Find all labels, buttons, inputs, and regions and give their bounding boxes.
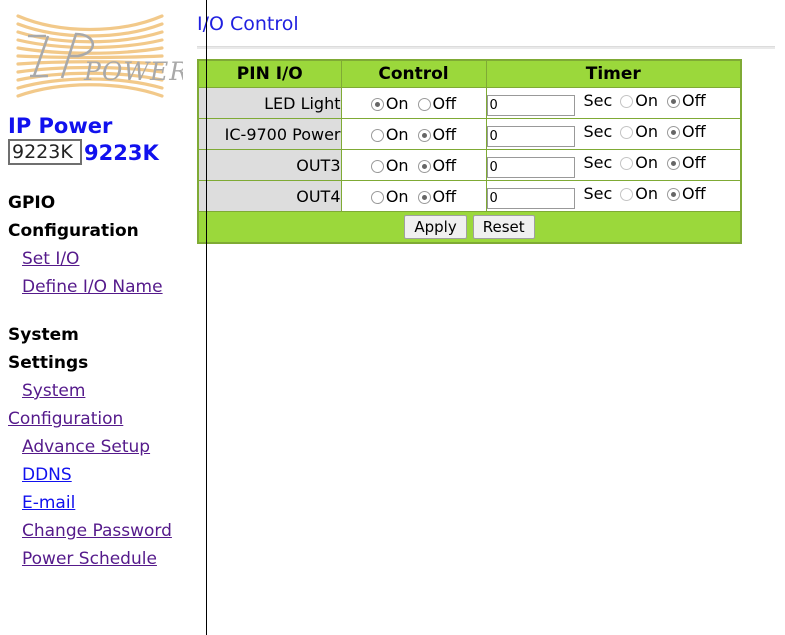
- model-label: 9223K: [84, 141, 159, 165]
- table-row: OUT4 On Off Sec On Off: [197, 180, 742, 212]
- column-header-control: Control: [340, 59, 487, 88]
- control-off-label: Off: [432, 93, 457, 113]
- timer-on-label: On: [635, 121, 659, 141]
- timer-on-radio[interactable]: [620, 125, 634, 139]
- timer-cell: Sec On Off: [485, 87, 742, 119]
- table-actions: Apply Reset: [197, 211, 742, 244]
- apply-button[interactable]: Apply: [404, 215, 467, 239]
- pin-label: OUT3: [197, 149, 342, 181]
- timer-off-label: Off: [682, 152, 706, 172]
- control-on-label: On: [385, 124, 409, 144]
- control-cell: On Off: [340, 87, 487, 119]
- timer-off-radio[interactable]: [667, 125, 681, 139]
- logo-graphic: POWER: [16, 14, 183, 98]
- timer-cell: Sec On Off: [485, 180, 742, 212]
- reset-button[interactable]: Reset: [472, 215, 535, 239]
- timer-seconds-input[interactable]: [486, 187, 575, 209]
- sidebar-link-advance-setup[interactable]: Advance Setup: [8, 433, 183, 461]
- timer-on-radio[interactable]: [620, 94, 634, 108]
- table-header-row: PIN I/O Control Timer: [197, 59, 742, 88]
- control-on-radio[interactable]: [370, 128, 384, 142]
- model-input[interactable]: [8, 139, 82, 165]
- control-off-label: Off: [432, 186, 457, 206]
- timer-cell: Sec On Off: [485, 149, 742, 181]
- control-on-label: On: [385, 155, 409, 175]
- control-off-radio[interactable]: [417, 128, 431, 142]
- timer-on-radio[interactable]: [620, 156, 634, 170]
- timer-seconds-input[interactable]: [486, 94, 575, 116]
- sec-label: Sec: [583, 152, 613, 172]
- timer-off-radio[interactable]: [667, 94, 681, 108]
- io-control-table: PIN I/O Control Timer LED Light On Off Se…: [197, 59, 742, 244]
- sidebar-link-define-io-name[interactable]: Define I/O Name: [8, 273, 183, 301]
- timer-off-label: Off: [682, 183, 706, 203]
- control-cell: On Off: [340, 180, 487, 212]
- sidebar-frame: POWER IP Power 9223K GPIO Configuration …: [0, 0, 183, 635]
- page-root: POWER IP Power 9223K GPIO Configuration …: [0, 0, 785, 635]
- brand-block: IP Power 9223K: [0, 112, 183, 173]
- control-on-radio[interactable]: [370, 159, 384, 173]
- column-header-pin-io: PIN I/O: [197, 59, 342, 88]
- timer-on-label: On: [635, 90, 659, 110]
- pin-label: OUT4: [197, 180, 342, 212]
- table-row: IC-9700 Power On Off Sec On Off: [197, 118, 742, 150]
- timer-on-radio[interactable]: [620, 187, 634, 201]
- pin-label: LED Light: [197, 87, 342, 119]
- table-footer-row: Apply Reset: [197, 211, 742, 244]
- control-off-radio[interactable]: [417, 97, 431, 111]
- timer-off-radio[interactable]: [667, 156, 681, 170]
- sec-label: Sec: [583, 121, 613, 141]
- timer-on-label: On: [635, 152, 659, 172]
- page-title: I/O Control: [197, 13, 299, 35]
- sidebar-link-system-configuration[interactable]: System Configuration: [8, 377, 183, 433]
- control-cell: On Off: [340, 118, 487, 150]
- model-row: 9223K: [8, 139, 183, 173]
- timer-seconds-input[interactable]: [486, 125, 575, 147]
- control-off-radio[interactable]: [417, 190, 431, 204]
- sec-label: Sec: [583, 90, 613, 110]
- control-cell: On Off: [340, 149, 487, 181]
- sidebar-link-email[interactable]: E-mail: [8, 489, 183, 517]
- control-off-radio[interactable]: [417, 159, 431, 173]
- control-on-radio[interactable]: [370, 190, 384, 204]
- control-on-radio[interactable]: [370, 97, 384, 111]
- control-off-label: Off: [432, 124, 457, 144]
- sidebar-link-power-schedule[interactable]: Power Schedule: [8, 545, 183, 573]
- timer-off-radio[interactable]: [667, 187, 681, 201]
- control-on-label: On: [385, 186, 409, 206]
- sidebar-nav: GPIO Configuration Set I/O Define I/O Na…: [0, 189, 183, 573]
- sec-label: Sec: [583, 183, 613, 203]
- nav-heading-system-settings: System Settings: [8, 325, 89, 373]
- timer-off-label: Off: [682, 90, 706, 110]
- column-header-timer: Timer: [485, 59, 742, 88]
- title-divider: [197, 46, 775, 49]
- sidebar-link-set-io[interactable]: Set I/O: [8, 245, 183, 273]
- brand-name: IP Power: [8, 114, 113, 138]
- table-row: OUT3 On Off Sec On Off: [197, 149, 742, 181]
- main-frame: I/O Control PIN I/O Control Timer LED Li…: [186, 0, 785, 635]
- sidebar-link-ddns[interactable]: DDNS: [8, 461, 183, 489]
- frame-divider: [206, 0, 207, 635]
- timer-seconds-input[interactable]: [486, 156, 575, 178]
- timer-on-label: On: [635, 183, 659, 203]
- nav-heading-gpio: GPIO Configuration: [8, 193, 139, 241]
- sidebar-link-change-password[interactable]: Change Password: [8, 517, 183, 545]
- pin-label: IC-9700 Power: [197, 118, 342, 150]
- control-on-label: On: [385, 93, 409, 113]
- timer-cell: Sec On Off: [485, 118, 742, 150]
- ip-power-logo: POWER: [0, 0, 183, 112]
- svg-text:POWER: POWER: [83, 57, 183, 86]
- timer-off-label: Off: [682, 121, 706, 141]
- control-off-label: Off: [432, 155, 457, 175]
- table-row: LED Light On Off Sec On Off: [197, 87, 742, 119]
